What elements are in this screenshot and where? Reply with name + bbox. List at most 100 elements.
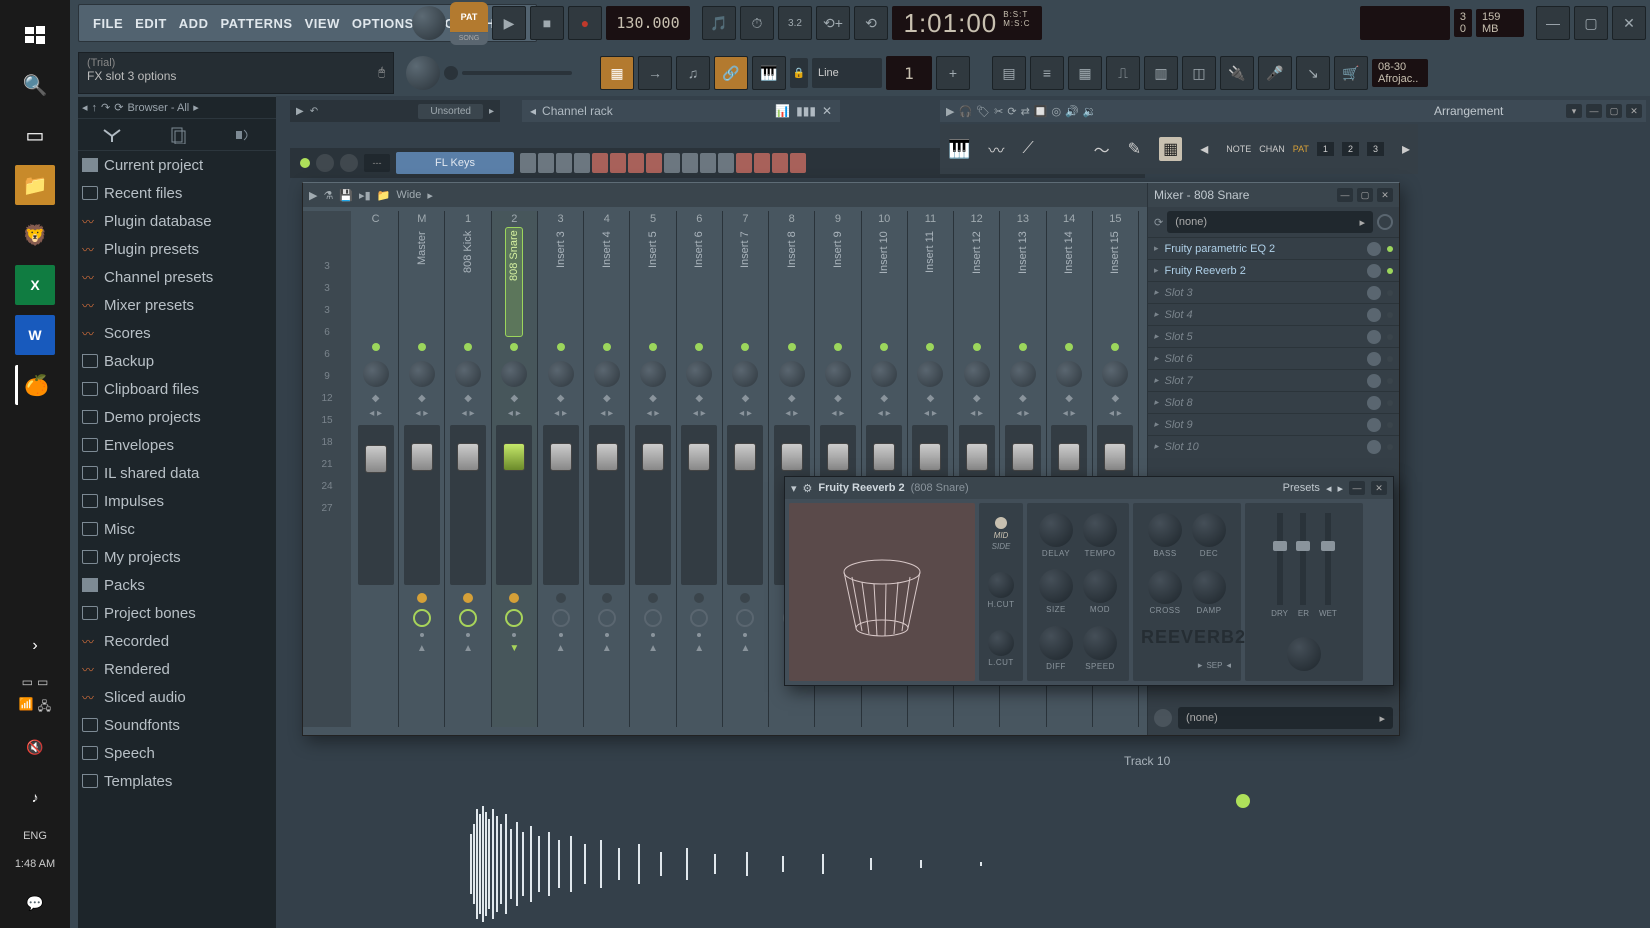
channel-mute-led[interactable]	[300, 158, 310, 168]
channel-name-button[interactable]: FL Keys	[396, 152, 514, 174]
view-playlist-button[interactable]: ▤	[992, 56, 1026, 90]
target-icon[interactable]: ◎	[1052, 105, 1062, 118]
midi-icon[interactable]: 🎹	[752, 56, 786, 90]
master-pitch-knob[interactable]	[406, 56, 440, 90]
snap-select[interactable]: Line	[812, 58, 882, 88]
dropdown-icon[interactable]: ▾	[1566, 104, 1582, 118]
dropdown-icon[interactable]: ▸	[489, 106, 494, 117]
delay-knob[interactable]	[1039, 513, 1073, 547]
out-knob[interactable]	[1287, 637, 1321, 671]
view-plugin-button[interactable]: ◫	[1182, 56, 1216, 90]
typing-keyboard-icon[interactable]: ♫	[676, 56, 710, 90]
fx-slot[interactable]: ▸Slot 5	[1148, 325, 1399, 347]
next-icon[interactable]: ▸	[1402, 139, 1410, 159]
fx-slot[interactable]: ▸Slot 9	[1148, 413, 1399, 435]
browser-item[interactable]: Soundfonts	[78, 711, 276, 739]
start-button[interactable]	[15, 15, 55, 55]
piano-small-icon[interactable]: ▦	[1159, 137, 1182, 161]
step-button[interactable]	[538, 153, 554, 173]
dropdown-icon[interactable]: ▾	[791, 482, 797, 495]
view-channelrack-button[interactable]: ▦	[1068, 56, 1102, 90]
wet-slider[interactable]	[1325, 513, 1331, 605]
maximize-button[interactable]: ▢	[1574, 6, 1608, 40]
menu-options[interactable]: OPTIONS	[346, 12, 420, 35]
close-all-icon[interactable]: ↘	[1296, 56, 1330, 90]
channel-pan-knob[interactable]	[316, 154, 334, 172]
dry-slider[interactable]	[1277, 513, 1283, 605]
wand-icon[interactable]: ▸▮	[359, 189, 371, 202]
step-button[interactable]	[664, 153, 680, 173]
collapse-icon[interactable]: ◂	[530, 104, 536, 118]
browser-item[interactable]: 〰Rendered	[78, 655, 276, 683]
envelope-icon[interactable]: 〜	[1094, 137, 1110, 161]
play-icon[interactable]: ▶	[296, 106, 304, 117]
minimize-icon[interactable]: —	[1337, 188, 1353, 202]
filter-icon[interactable]	[102, 128, 122, 142]
mod-knob[interactable]	[1083, 569, 1117, 603]
pattern-number[interactable]: 1	[886, 56, 932, 90]
play-button[interactable]: ▶	[492, 6, 526, 40]
mixer-track[interactable]: C◆◂ ▸	[353, 211, 399, 727]
step-button[interactable]	[574, 153, 590, 173]
preset-prev-icon[interactable]: ◂	[1326, 482, 1332, 495]
browser-item[interactable]: 〰Channel presets	[78, 263, 276, 291]
mixer-track[interactable]: 5Insert 5◆◂ ▸▲	[630, 211, 676, 727]
folder-icon[interactable]: 📁	[377, 189, 391, 202]
browser-item[interactable]: Misc	[78, 515, 276, 543]
maximize-icon[interactable]: ▢	[1606, 104, 1622, 118]
shop-icon[interactable]: 🛒	[1334, 56, 1368, 90]
close-button[interactable]: ✕	[1612, 6, 1646, 40]
audio-icon[interactable]: 〰	[988, 137, 1004, 161]
mixer-track[interactable]: MMaster◆◂ ▸▲	[399, 211, 445, 727]
step-button[interactable]	[718, 153, 734, 173]
step-button[interactable]	[700, 153, 716, 173]
browser-item[interactable]: Project bones	[78, 599, 276, 627]
step-button[interactable]	[592, 153, 608, 173]
fx-slot[interactable]: ▸Slot 7	[1148, 369, 1399, 391]
browser-item[interactable]: 〰Plugin database	[78, 207, 276, 235]
menu-view[interactable]: VIEW	[299, 12, 346, 35]
menu-patterns[interactable]: PATTERNS	[214, 12, 298, 35]
channel-vol-knob[interactable]	[340, 154, 358, 172]
browser-item[interactable]: Recent files	[78, 179, 276, 207]
sound-icon[interactable]: 🔉	[1083, 105, 1097, 118]
close-icon[interactable]: ✕	[822, 104, 832, 118]
mixer-track[interactable]: 4Insert 4◆◂ ▸▲	[584, 211, 630, 727]
view-pianoroll-button[interactable]: ≡	[1030, 56, 1064, 90]
view-mixer-button[interactable]: ⎍	[1106, 56, 1140, 90]
mixer-input-select[interactable]: (none)▸	[1167, 211, 1373, 233]
clock[interactable]: 1:48 AM	[15, 858, 55, 870]
browser-item[interactable]: Templates	[78, 767, 276, 795]
playlist-button[interactable]: ▦	[600, 56, 634, 90]
close-icon[interactable]: ✕	[1626, 104, 1642, 118]
play-icon[interactable]: ▶	[309, 189, 317, 202]
file-explorer-icon[interactable]: 📁	[15, 165, 55, 205]
diff-knob[interactable]	[1039, 626, 1073, 660]
brave-icon[interactable]: 🦁	[15, 215, 55, 255]
step-button[interactable]	[682, 153, 698, 173]
step-button[interactable]	[646, 153, 662, 173]
browser-item[interactable]: Envelopes	[78, 431, 276, 459]
zoom-icon[interactable]: 🔲	[1034, 105, 1048, 118]
gear-icon[interactable]: ⚙	[803, 482, 813, 495]
refresh-icon[interactable]: ⟳	[114, 101, 123, 114]
plugin-icon[interactable]: ⚗	[323, 189, 333, 202]
step-button[interactable]	[772, 153, 788, 173]
song-mode-toggle[interactable]: SONG	[450, 33, 488, 45]
step-button[interactable]	[754, 153, 770, 173]
automation-icon[interactable]: ⟋	[1022, 140, 1033, 158]
browser-item[interactable]: Backup	[78, 347, 276, 375]
maximize-icon[interactable]: ▢	[1357, 188, 1373, 202]
undo-icon[interactable]: ↶	[310, 106, 318, 117]
notifications-icon[interactable]: 💬	[15, 883, 55, 923]
copy-icon[interactable]	[170, 126, 186, 144]
step-button[interactable]	[736, 153, 752, 173]
piano-icon[interactable]: 🎹	[948, 139, 970, 160]
step-button[interactable]	[790, 153, 806, 173]
browser-item[interactable]: Speech	[78, 739, 276, 767]
step-mode-icon[interactable]: 3.2	[778, 6, 812, 40]
browser-item[interactable]: 〰Mixer presets	[78, 291, 276, 319]
step-button[interactable]	[556, 153, 572, 173]
loop-icon[interactable]: ⟲	[854, 6, 888, 40]
menu-add[interactable]: ADD	[173, 12, 215, 35]
